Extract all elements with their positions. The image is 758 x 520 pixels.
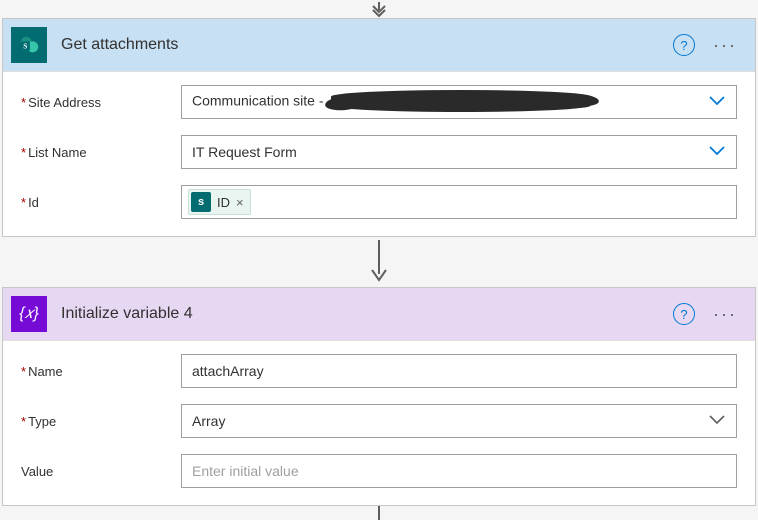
card-title: Initialize variable 4 — [61, 305, 673, 323]
card-header[interactable]: S Get attachments ? ··· — [3, 19, 755, 72]
input-var-name[interactable]: attachArray — [181, 354, 737, 388]
row-var-value: Value Enter initial value — [21, 453, 737, 489]
redacted-url — [327, 92, 591, 108]
chevron-down-icon — [708, 413, 726, 429]
label-var-value: Value — [21, 464, 181, 479]
connector-arrow-bottom — [0, 506, 758, 520]
chevron-down-icon — [708, 144, 726, 160]
input-site-address[interactable]: Communication site - — [181, 85, 737, 119]
row-var-name: *Name attachArray — [21, 353, 737, 389]
row-list-name: *List Name IT Request Form — [21, 134, 737, 170]
chevron-down-icon — [708, 94, 726, 110]
row-id: *Id s ID × — [21, 184, 737, 220]
remove-token-icon[interactable]: × — [236, 195, 244, 210]
input-var-type[interactable]: Array — [181, 404, 737, 438]
action-card-get-attachments: S Get attachments ? ··· *Site Address Co… — [2, 18, 756, 237]
label-list-name: *List Name — [21, 145, 181, 160]
token-label: ID — [217, 195, 230, 210]
label-site-address: *Site Address — [21, 95, 181, 110]
more-icon[interactable]: ··· — [709, 304, 741, 325]
dynamic-content-token[interactable]: s ID × — [188, 189, 251, 215]
label-var-type: *Type — [21, 414, 181, 429]
action-card-initialize-variable: {𝑥} Initialize variable 4 ? ··· *Name at… — [2, 287, 756, 506]
svg-text:S: S — [23, 42, 27, 51]
sharepoint-icon: S — [11, 27, 47, 63]
card-body: *Name attachArray *Type Array Value Ent — [3, 341, 755, 505]
input-var-value[interactable]: Enter initial value — [181, 454, 737, 488]
help-icon[interactable]: ? — [673, 34, 695, 56]
label-id: *Id — [21, 195, 181, 210]
help-icon[interactable]: ? — [673, 303, 695, 325]
card-body: *Site Address Communication site - *List… — [3, 72, 755, 236]
variable-icon: {𝑥} — [11, 296, 47, 332]
connector-arrow — [0, 237, 758, 287]
connector-arrow-top — [0, 0, 758, 18]
row-var-type: *Type Array — [21, 403, 737, 439]
row-site-address: *Site Address Communication site - — [21, 84, 737, 120]
label-var-name: *Name — [21, 364, 181, 379]
card-header[interactable]: {𝑥} Initialize variable 4 ? ··· — [3, 288, 755, 341]
more-icon[interactable]: ··· — [709, 35, 741, 56]
input-list-name[interactable]: IT Request Form — [181, 135, 737, 169]
input-id[interactable]: s ID × — [181, 185, 737, 219]
sharepoint-token-icon: s — [191, 192, 211, 212]
card-title: Get attachments — [61, 36, 673, 54]
